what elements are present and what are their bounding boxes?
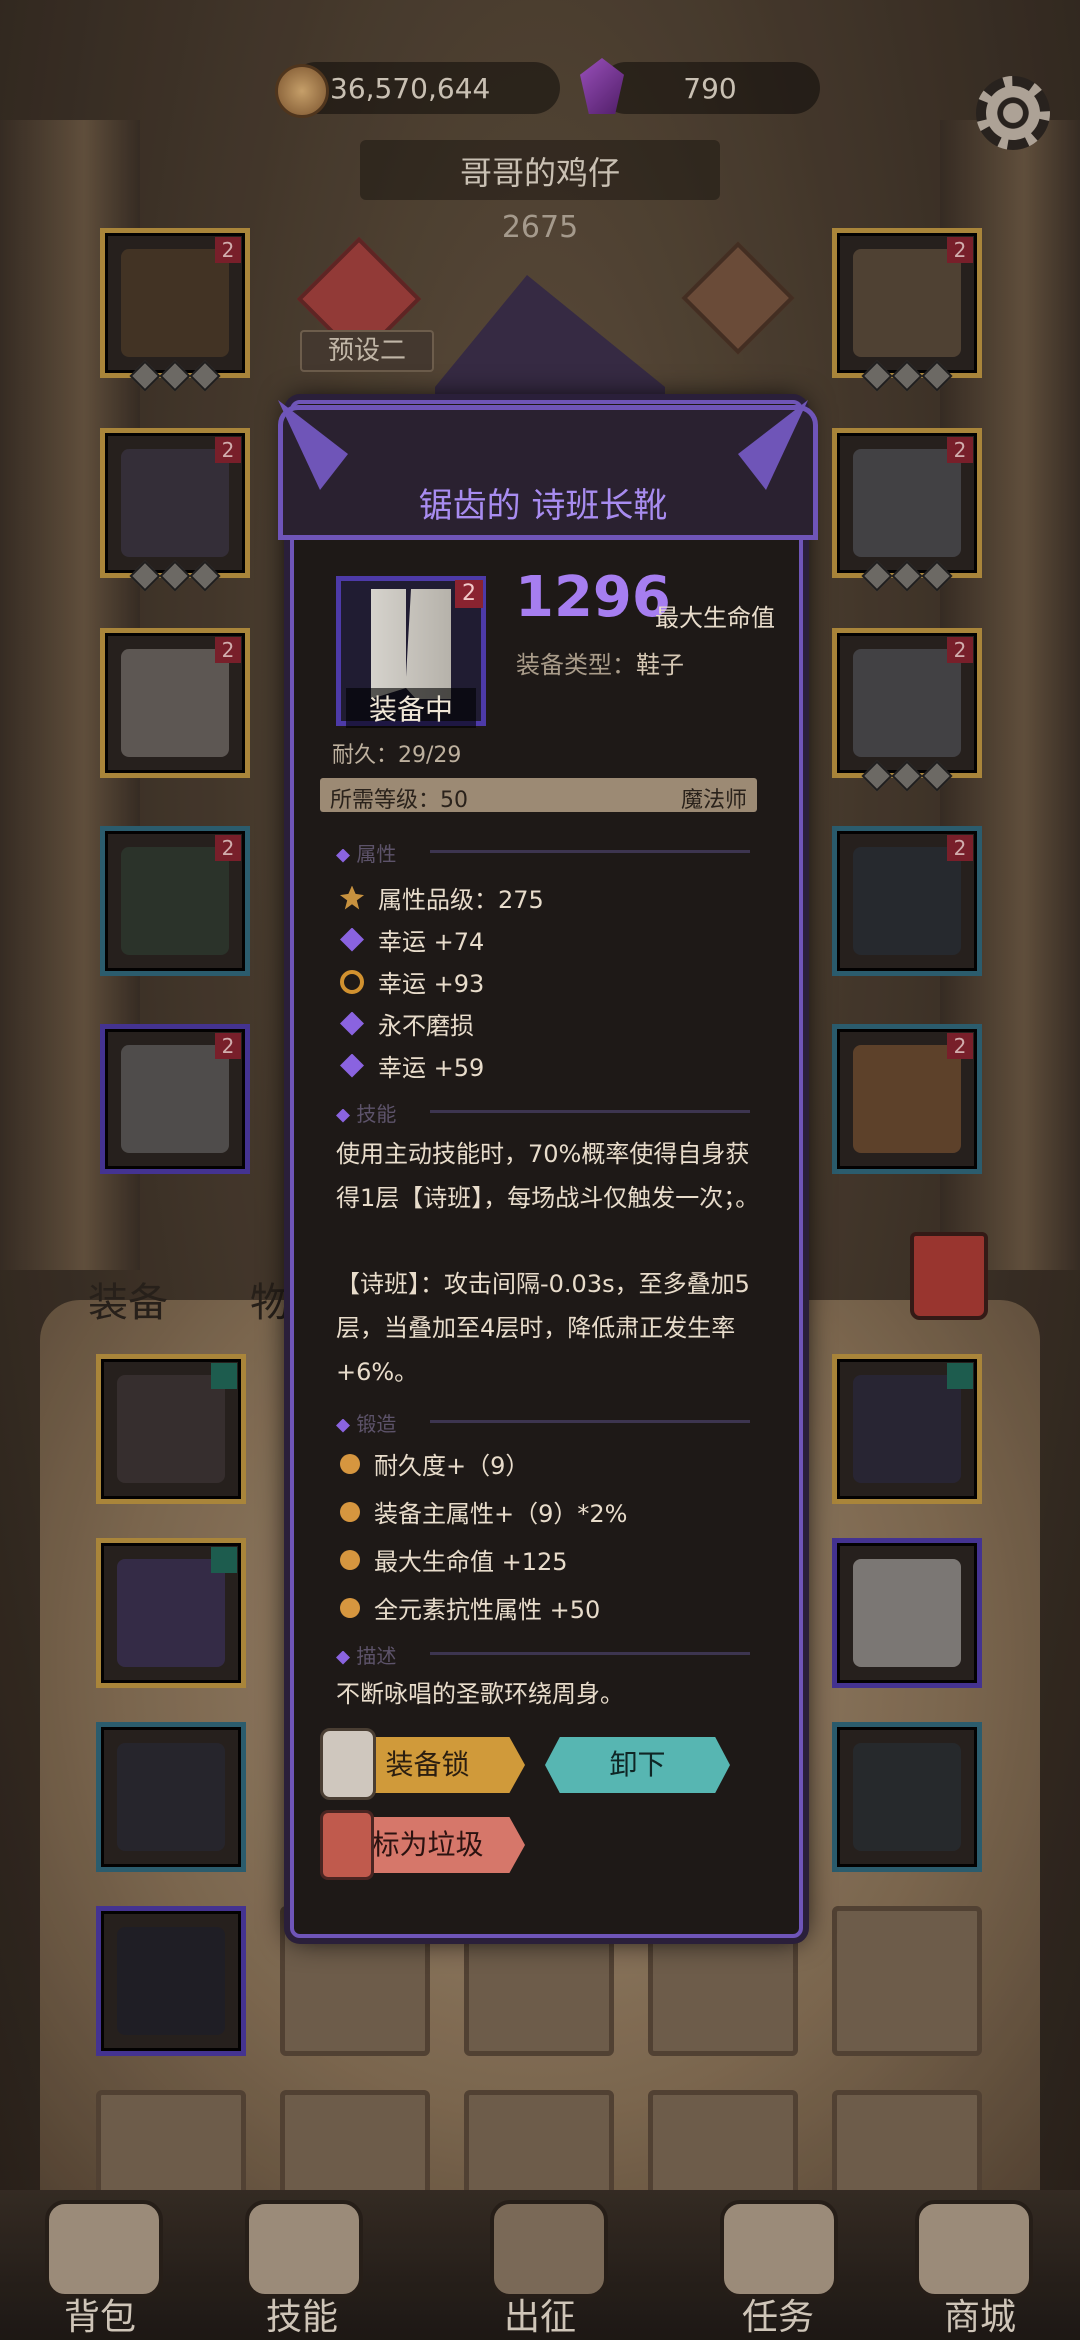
equip-type: 装备类型：鞋子	[516, 645, 684, 680]
attribute-row: 永不磨损	[340, 1006, 474, 1041]
white-boots-icon	[371, 589, 451, 699]
section-forge-label: 锻造	[356, 1412, 397, 1436]
attribute-row: 幸运 +74	[340, 922, 484, 957]
forge-dot-icon	[340, 1453, 360, 1474]
section-diamond-icon	[336, 1418, 350, 1433]
equipped-status: 装备中	[346, 688, 476, 728]
divider	[430, 1420, 750, 1423]
junk-bag-icon	[320, 1810, 374, 1880]
forge-dot-icon	[340, 1501, 360, 1522]
requirement-bar: 所需等级：50 魔法师	[320, 778, 757, 813]
forge-row: 耐久度+（9）	[340, 1446, 529, 1481]
attribute-text: 属性品级：275	[378, 886, 544, 914]
section-diamond-icon	[336, 1650, 350, 1665]
forge-text: 耐久度+（9）	[374, 1452, 530, 1480]
forge-text: 装备主属性+（9）*2%	[374, 1500, 628, 1528]
padlock-icon	[320, 1728, 376, 1800]
required-class: 魔法师	[680, 788, 747, 813]
diamond-icon	[340, 1011, 364, 1036]
required-level: 所需等级：50	[330, 788, 468, 813]
flavor-text: 不断咏唱的圣歌环绕周身。	[336, 1680, 624, 1708]
section-attributes: 属性	[336, 838, 396, 867]
forge-dot-icon	[340, 1549, 360, 1570]
divider	[430, 850, 750, 853]
forge-row: 装备主属性+（9）*2%	[340, 1494, 627, 1529]
forge-text: 最大生命值 +125	[374, 1548, 568, 1576]
main-stat-value: 1296	[515, 565, 671, 630]
attribute-text: 永不磨损	[378, 1012, 474, 1040]
section-skill-label: 技能	[356, 1102, 397, 1126]
item-level-badge: 2	[455, 580, 483, 608]
durability: 耐久：29/29	[332, 743, 462, 768]
cycle-icon	[340, 969, 364, 994]
attribute-text: 幸运 +74	[378, 928, 485, 956]
equip-type-value: 鞋子	[636, 651, 684, 679]
attribute-row: 幸运 +93	[340, 964, 484, 999]
item-title: 锯齿的 诗班长靴	[418, 486, 668, 526]
forge-dot-icon	[340, 1597, 360, 1618]
forge-text: 全元素抗性属性 +50	[374, 1596, 601, 1624]
diamond-icon	[340, 927, 364, 952]
section-attributes-label: 属性	[356, 842, 397, 866]
grade-crown-icon	[340, 885, 364, 910]
diamond-icon	[340, 1053, 364, 1078]
skill-buff-description: 【诗班】：攻击间隔-0.03s，至多叠加5层，当叠加至4层时，降低肃正发生率+6…	[336, 1270, 750, 1386]
attribute-text: 幸运 +93	[378, 970, 485, 998]
forge-row: 全元素抗性属性 +50	[340, 1590, 600, 1625]
divider	[430, 1652, 750, 1655]
attribute-row: 幸运 +59	[340, 1048, 484, 1083]
forge-row: 最大生命值 +125	[340, 1542, 568, 1577]
section-description-label: 描述	[356, 1644, 397, 1668]
section-skill: 技能	[336, 1098, 396, 1127]
section-description: 描述	[336, 1640, 396, 1669]
section-diamond-icon	[336, 1108, 350, 1123]
section-forge: 锻造	[336, 1408, 396, 1437]
unequip-button[interactable]: 卸下	[545, 1737, 730, 1793]
attribute-row: 属性品级：275	[340, 880, 544, 915]
attribute-text: 幸运 +59	[378, 1054, 485, 1082]
section-diamond-icon	[336, 848, 350, 863]
divider	[430, 1110, 750, 1113]
skill-description: 使用主动技能时，70%概率使得自身获得1层【诗班】，每场战斗仅触发一次；。	[336, 1140, 760, 1212]
equip-type-label: 装备类型：	[516, 651, 636, 679]
main-stat-name: 最大生命值	[655, 604, 775, 632]
